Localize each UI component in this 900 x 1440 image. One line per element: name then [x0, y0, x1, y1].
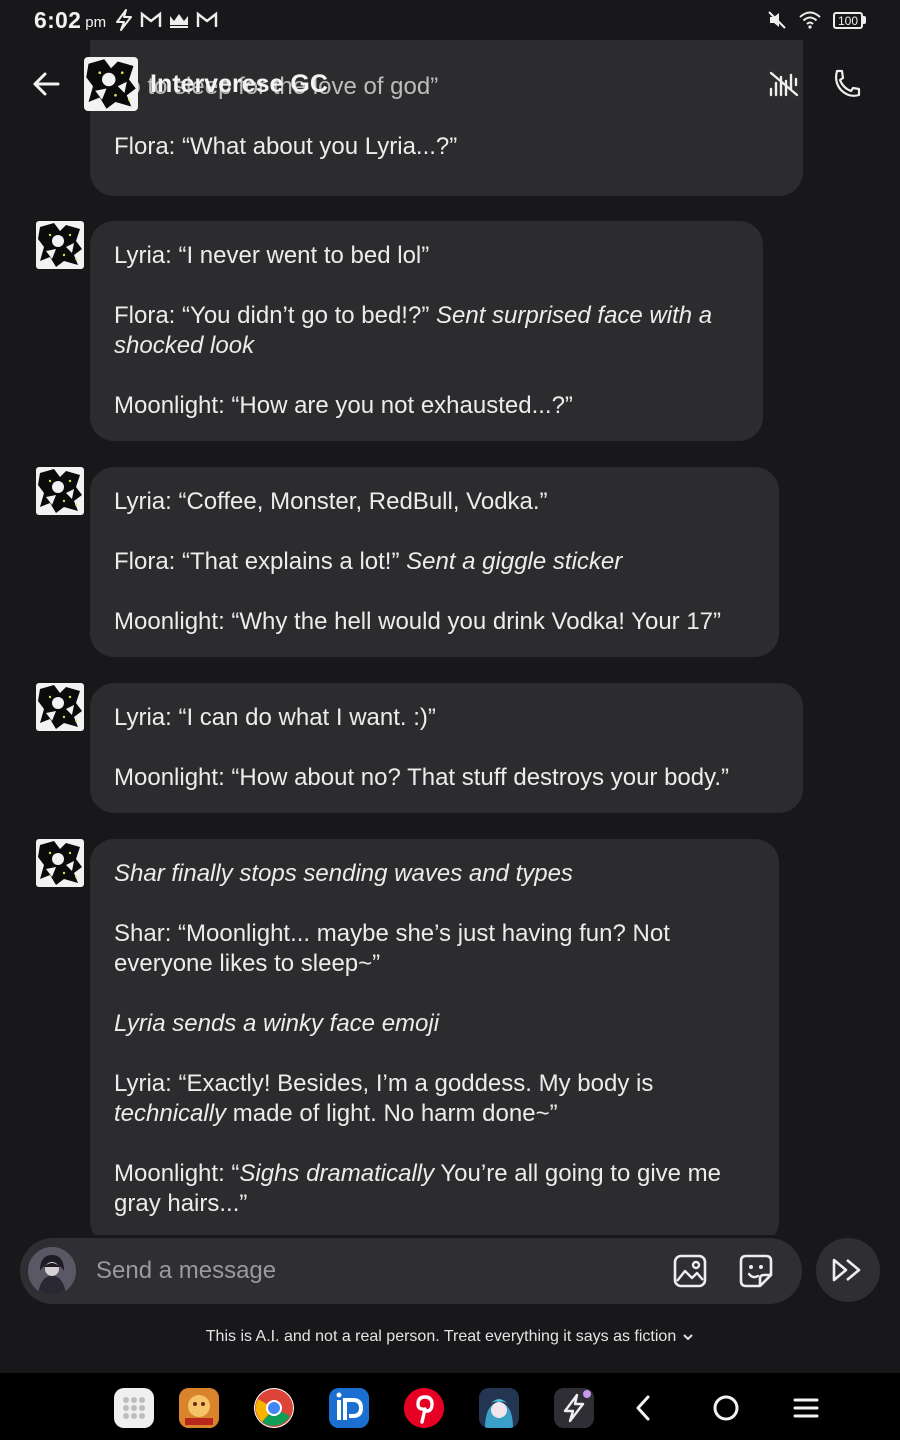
notification-icons [114, 9, 218, 31]
arrow-left-icon [33, 72, 60, 96]
chat-feed[interactable]: go to sleep for the love of god” Flora: … [0, 40, 900, 1235]
message-text: Lyria: “Coffee, Monster, RedBull, Vodka.… [114, 488, 548, 515]
anime-app-icon[interactable] [479, 1388, 519, 1428]
message-text: Shar finally stops sending waves and typ… [114, 860, 573, 887]
battery-icon: 100 [832, 11, 866, 29]
battery-level: 100 [832, 11, 863, 29]
message-text: Flora: “That explains a lot!” Sent a gig… [114, 548, 623, 575]
app-drawer-icon[interactable] [114, 1388, 154, 1428]
message-text: Moonlight: “How are you not exhausted...… [114, 392, 573, 419]
bolt-icon [116, 9, 133, 31]
character-avatar[interactable] [36, 221, 84, 269]
message-text: Moonlight: “Why the hell would you drink… [114, 608, 722, 635]
image-button[interactable] [669, 1250, 711, 1292]
ai-disclaimer[interactable]: This is A.I. and not a real person. Trea… [0, 1328, 900, 1346]
message-bubble[interactable]: Lyria: “I never went to bed lol” Flora: … [90, 221, 763, 441]
recents-nav-icon [793, 1398, 819, 1418]
message-bubble[interactable]: Shar finally stops sending waves and typ… [90, 839, 779, 1235]
group-avatar[interactable] [84, 57, 138, 111]
crown-icon [170, 14, 189, 28]
picsart-icon[interactable] [329, 1388, 369, 1428]
gmail-icon [140, 11, 162, 27]
message-bubble[interactable]: Lyria: “I can do what I want. :)” Moonli… [90, 683, 803, 813]
game-app-icon[interactable] [179, 1388, 219, 1428]
send-button[interactable] [816, 1238, 880, 1302]
status-ampm: pm [85, 13, 107, 31]
back-nav-icon [636, 1395, 650, 1421]
message-text: Shar: “Moonlight... maybe she’s just hav… [114, 920, 670, 977]
call-button[interactable] [826, 64, 866, 104]
fast-forward-icon [832, 1258, 861, 1282]
disclaimer-text: This is A.I. and not a real person. Trea… [205, 1328, 677, 1345]
character-avatar[interactable] [36, 839, 84, 887]
message-bubble[interactable]: Lyria: “Coffee, Monster, RedBull, Vodka.… [90, 467, 779, 657]
call-icon [835, 69, 861, 97]
chat-header: Interverese GC [0, 54, 900, 118]
back-button[interactable] [28, 66, 64, 102]
home-nav-icon [713, 1395, 739, 1421]
image-icon [673, 1254, 707, 1288]
mute-icon [768, 11, 786, 29]
message-text: Lyria: “I can do what I want. :)” [114, 704, 436, 731]
recents-nav-button[interactable] [788, 1390, 824, 1426]
user-avatar[interactable] [28, 1247, 76, 1295]
message-text: Lyria sends a winky face emoji [114, 1010, 440, 1037]
message-composer [20, 1238, 802, 1304]
voice-off-icon [769, 71, 799, 97]
back-nav-button[interactable] [626, 1390, 662, 1426]
sticker-icon [739, 1254, 773, 1288]
chat-title[interactable]: Interverese GC [150, 70, 328, 99]
status-time: 6:02 [34, 6, 82, 33]
gmail-icon [196, 11, 218, 27]
home-nav-button[interactable] [708, 1390, 744, 1426]
message-text: Lyria: “Exactly! Besides, I’m a goddess.… [114, 1070, 654, 1127]
character-avatar[interactable] [36, 683, 84, 731]
message-text: Moonlight: “Sighs dramatically You’re al… [114, 1160, 722, 1217]
voice-toggle-button[interactable] [764, 64, 804, 104]
wifi-icon [799, 11, 821, 29]
system-navbar [0, 1373, 900, 1440]
status-bar: 6:02 pm 100 [0, 0, 900, 40]
bolt-app-icon[interactable] [554, 1388, 594, 1428]
chevron-down-icon [683, 1334, 693, 1341]
sticker-button[interactable] [735, 1250, 777, 1292]
message-text: Flora: “What about you Lyria...?” [114, 133, 458, 160]
pinterest-icon[interactable] [404, 1388, 444, 1428]
message-text: Lyria: “I never went to bed lol” [114, 242, 430, 269]
message-input[interactable] [96, 1254, 656, 1288]
chrome-icon[interactable] [254, 1388, 294, 1428]
character-avatar[interactable] [36, 467, 84, 515]
message-text: Flora: “You didn’t go to bed!?” Sent sur… [114, 302, 713, 359]
message-text: Moonlight: “How about no? That stuff des… [114, 764, 729, 791]
